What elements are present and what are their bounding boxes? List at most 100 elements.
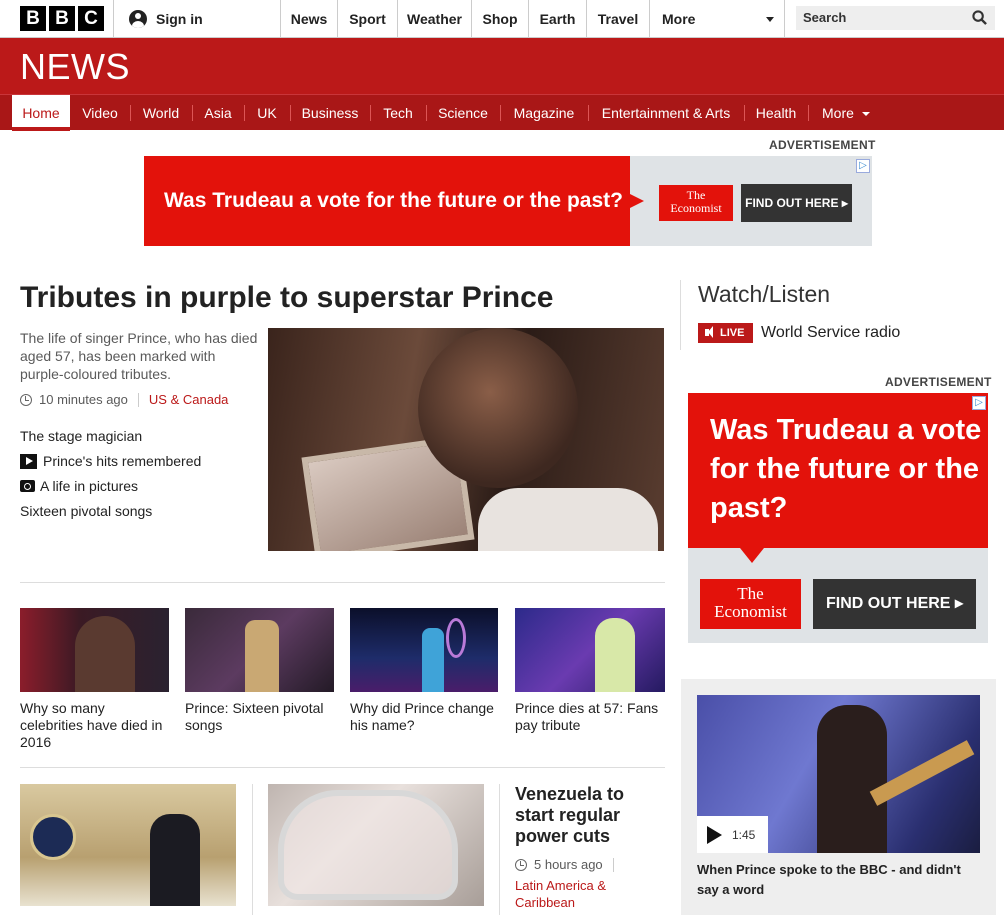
ad-banner[interactable]: Was Trudeau a vote for the future or the…: [144, 156, 872, 246]
story-image[interactable]: [20, 608, 169, 692]
find-out-here-label: FIND OUT HERE: [745, 196, 839, 210]
video-caption[interactable]: When Prince spoke to the BBC - and didn'…: [697, 860, 980, 900]
search-placeholder: Search: [803, 10, 847, 25]
global-nav-weather[interactable]: Weather: [398, 0, 471, 37]
adchoices-icon[interactable]: ▷: [972, 396, 986, 410]
main-headline[interactable]: Tributes in purple to superstar Prince: [20, 280, 553, 316]
search-icon[interactable]: [972, 10, 987, 25]
economist-logo: The Economist: [700, 579, 801, 629]
related-link[interactable]: Sixteen pivotal songs: [20, 503, 152, 519]
related-link[interactable]: Prince's hits remembered: [20, 453, 201, 469]
story-caption[interactable]: Prince: Sixteen pivotal songs: [185, 700, 335, 734]
story-caption[interactable]: Prince dies at 57: Fans pay tribute: [515, 700, 665, 734]
ad-mpu-headline-panel: Was Trudeau a vote for the future or the…: [688, 393, 988, 563]
nav-science[interactable]: Science: [427, 95, 499, 131]
ad-mpu-text: Was Trudeau a vote for the future or the…: [710, 414, 982, 524]
economist-logo: The Economist: [659, 185, 733, 221]
story-section[interactable]: Latin America & Caribbean: [515, 877, 625, 911]
divider: [20, 582, 665, 583]
chevron-right-icon: ▸: [841, 196, 848, 210]
economist-logo-line2: Economist: [714, 602, 787, 621]
live-badge[interactable]: LIVE: [698, 323, 753, 343]
nav-world[interactable]: World: [131, 95, 191, 131]
world-service-radio-link[interactable]: World Service radio: [761, 324, 900, 342]
play-icon: [20, 453, 37, 469]
video-duration: 1:45: [732, 827, 756, 842]
story-time: 5 hours ago: [534, 857, 603, 872]
related-link-label: A life in pictures: [40, 478, 139, 494]
nav-business[interactable]: Business: [291, 95, 369, 131]
news-masthead: NEWS: [0, 38, 1004, 94]
nav-entertainment-arts[interactable]: Entertainment & Arts: [589, 95, 743, 131]
chevron-right-icon: ▸: [954, 595, 963, 612]
story-caption[interactable]: Why did Prince change his name?: [350, 700, 500, 734]
global-nav-earth[interactable]: Earth: [529, 0, 586, 37]
ad-banner-headline-panel: Was Trudeau a vote for the future or the…: [144, 156, 644, 246]
logo-letter: B: [49, 6, 75, 31]
camera-icon: [20, 480, 35, 492]
main-story-meta: 10 minutes ago US & Canada: [20, 392, 228, 407]
nav-more-label: More: [822, 105, 854, 121]
video-play-button[interactable]: 1:45: [697, 816, 768, 853]
chevron-down-icon: [766, 17, 774, 22]
nav-tech[interactable]: Tech: [371, 95, 425, 131]
sign-in-label: Sign in: [156, 10, 203, 27]
ad-mpu[interactable]: Was Trudeau a vote for the future or the…: [688, 393, 988, 643]
obama-image[interactable]: [20, 784, 236, 906]
global-nav-travel[interactable]: Travel: [587, 0, 649, 37]
story-image[interactable]: [350, 608, 498, 692]
global-nav-sport[interactable]: Sport: [338, 0, 397, 37]
white-shirt: [478, 488, 658, 551]
advertisement-label: ADVERTISEMENT: [769, 138, 876, 152]
nav-asia[interactable]: Asia: [193, 95, 243, 131]
related-link-label: Sixteen pivotal songs: [20, 503, 153, 519]
news-navigation: Home Video World Asia UK Business Tech S…: [0, 94, 1004, 131]
related-link[interactable]: The stage magician: [20, 428, 142, 444]
main-story-image[interactable]: [268, 328, 664, 551]
global-nav-shop[interactable]: Shop: [472, 0, 528, 37]
incubator-image[interactable]: [268, 784, 484, 906]
live-label: LIVE: [720, 327, 745, 339]
global-nav-news[interactable]: News: [281, 0, 337, 37]
user-icon: [129, 9, 147, 28]
main-summary: The life of singer Prince, who has died …: [20, 330, 258, 382]
nav-video[interactable]: Video: [71, 95, 129, 131]
story-image[interactable]: [515, 608, 665, 692]
story-headline[interactable]: Venezuela to start regular power cuts: [515, 784, 665, 847]
nav-uk[interactable]: UK: [245, 95, 289, 131]
story-image[interactable]: [185, 608, 334, 692]
advertisement-label: ADVERTISEMENT: [885, 375, 992, 389]
find-out-here-label: FIND OUT HERE: [826, 595, 951, 612]
related-link[interactable]: A life in pictures: [20, 478, 138, 494]
chevron-down-icon: [862, 112, 870, 116]
logo-letter: C: [78, 6, 104, 31]
global-nav-more[interactable]: More: [650, 0, 784, 37]
related-link-label: The stage magician: [20, 428, 143, 444]
watch-listen-title[interactable]: Watch/Listen: [698, 281, 830, 308]
adchoices-icon[interactable]: ▷: [856, 159, 870, 173]
search-input[interactable]: Search: [796, 6, 995, 30]
nav-health[interactable]: Health: [745, 95, 807, 131]
story-meta: 5 hours ago: [515, 857, 624, 872]
person-face: [418, 328, 578, 488]
bbc-logo[interactable]: B B C: [20, 6, 104, 31]
global-navigation: B B C Sign in News Sport Weather Shop Ea…: [0, 0, 1004, 38]
sign-in-link[interactable]: Sign in: [129, 0, 203, 37]
speaker-icon: [705, 326, 713, 338]
nav-magazine[interactable]: Magazine: [501, 95, 587, 131]
find-out-here-button[interactable]: FIND OUT HERE ▸: [813, 579, 976, 629]
economist-logo-line2: Economist: [670, 201, 722, 215]
story-caption[interactable]: Why so many celebrities have died in 201…: [20, 700, 170, 751]
nav-home[interactable]: Home: [12, 95, 70, 131]
divider: [20, 767, 665, 768]
video-promo[interactable]: When Prince spoke to the BBC - and didn'…: [681, 679, 996, 915]
global-nav-more-label: More: [662, 10, 696, 27]
clock-icon: [20, 393, 32, 406]
news-title[interactable]: NEWS: [20, 48, 130, 86]
logo-letter: B: [20, 6, 46, 31]
main-story-section[interactable]: US & Canada: [149, 392, 229, 407]
nav-more[interactable]: More: [812, 95, 876, 131]
find-out-here-button[interactable]: FIND OUT HERE ▸: [741, 184, 852, 222]
ad-banner-text: Was Trudeau a vote for the future or the…: [164, 189, 623, 212]
main-story-time: 10 minutes ago: [39, 392, 128, 407]
